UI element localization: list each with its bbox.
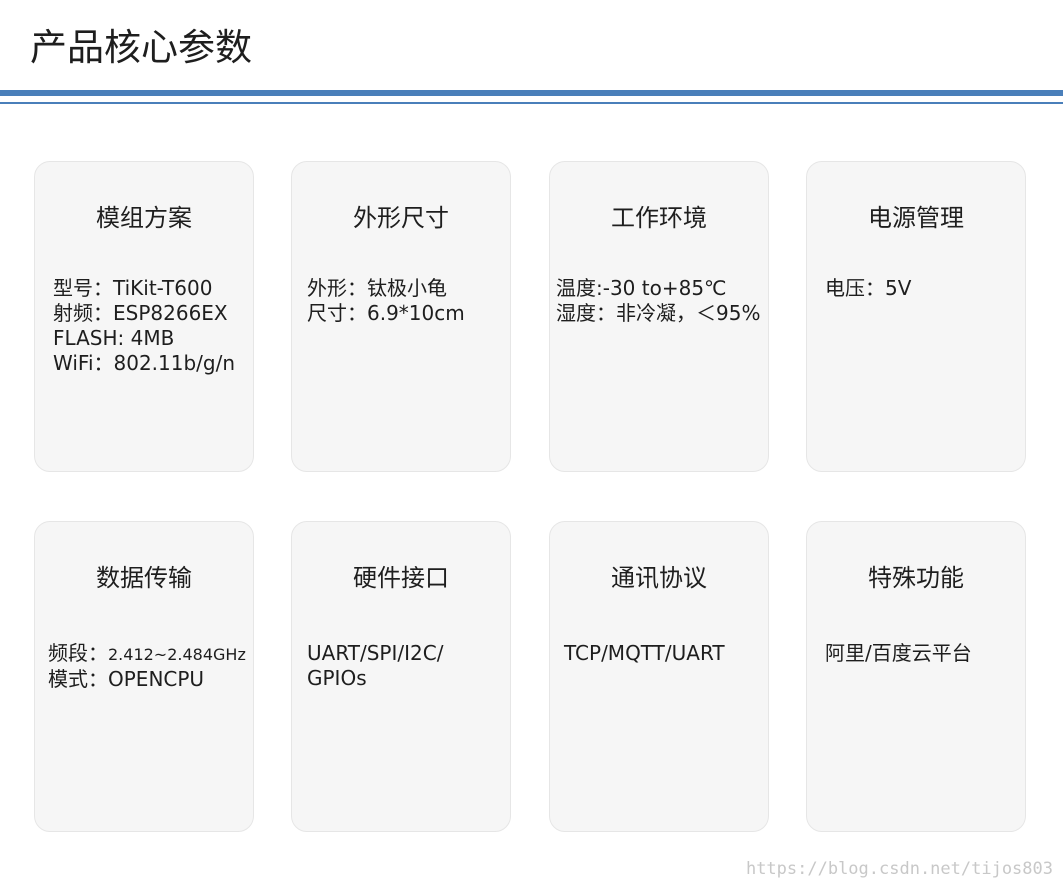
card-data-transfer: 数据传输 频段：2.412~2.484GHz 模式：OPENCPU bbox=[34, 521, 254, 832]
card-line: 温度:-30 to+85℃ bbox=[556, 276, 727, 300]
card-line: UART/SPI/I2C/ bbox=[307, 641, 444, 665]
card-line-frequency: 频段：2.412~2.484GHz bbox=[48, 641, 249, 667]
card-hardware-interface: 硬件接口 UART/SPI/I2C/ GPIOs bbox=[291, 521, 511, 832]
freq-label: 频段： bbox=[48, 641, 108, 665]
title-divider-thin bbox=[0, 102, 1063, 104]
card-protocol: 通讯协议 TCP/MQTT/UART bbox=[549, 521, 769, 832]
card-line: 外形：钛极小龟 bbox=[307, 276, 447, 300]
card-dimensions: 外形尺寸 外形：钛极小龟 尺寸：6.9*10cm bbox=[291, 161, 511, 472]
card-line: 阿里/百度云平台 bbox=[825, 641, 972, 665]
card-title: 电源管理 bbox=[868, 204, 964, 232]
card-title: 通讯协议 bbox=[611, 564, 707, 592]
card-power: 电源管理 电压：5V bbox=[806, 161, 1026, 472]
card-title: 数据传输 bbox=[96, 564, 192, 592]
card-line: 型号：TiKit-T600 bbox=[53, 276, 213, 300]
card-line: WiFi：802.11b/g/n bbox=[53, 351, 236, 375]
freq-value: 2.412~2.484GHz bbox=[108, 645, 246, 664]
card-line: GPIOs bbox=[307, 666, 367, 690]
card-line: 射频：ESP8266EX bbox=[53, 301, 228, 325]
title-divider-thick bbox=[0, 90, 1063, 96]
card-title: 工作环境 bbox=[611, 204, 707, 232]
card-special-features: 特殊功能 阿里/百度云平台 bbox=[806, 521, 1026, 832]
card-line: 模式：OPENCPU bbox=[48, 667, 205, 691]
card-line: TCP/MQTT/UART bbox=[564, 641, 725, 665]
card-title: 外形尺寸 bbox=[353, 204, 449, 232]
card-line: 尺寸：6.9*10cm bbox=[307, 301, 465, 325]
watermark-url: https://blog.csdn.net/tijos803 bbox=[745, 859, 1053, 879]
card-title: 硬件接口 bbox=[353, 564, 449, 592]
card-title: 模组方案 bbox=[96, 204, 192, 232]
card-title: 特殊功能 bbox=[868, 564, 964, 592]
card-line: 电压：5V bbox=[825, 276, 912, 300]
card-environment: 工作环境 温度:-30 to+85℃ 湿度：非冷凝，＜95% bbox=[549, 161, 769, 472]
card-line: 湿度：非冷凝，＜95% bbox=[556, 301, 761, 325]
card-line: FLASH: 4MB bbox=[53, 326, 175, 350]
page-title: 产品核心参数 bbox=[30, 26, 252, 69]
card-module-scheme: 模组方案 型号：TiKit-T600 射频：ESP8266EX FLASH: 4… bbox=[34, 161, 254, 472]
